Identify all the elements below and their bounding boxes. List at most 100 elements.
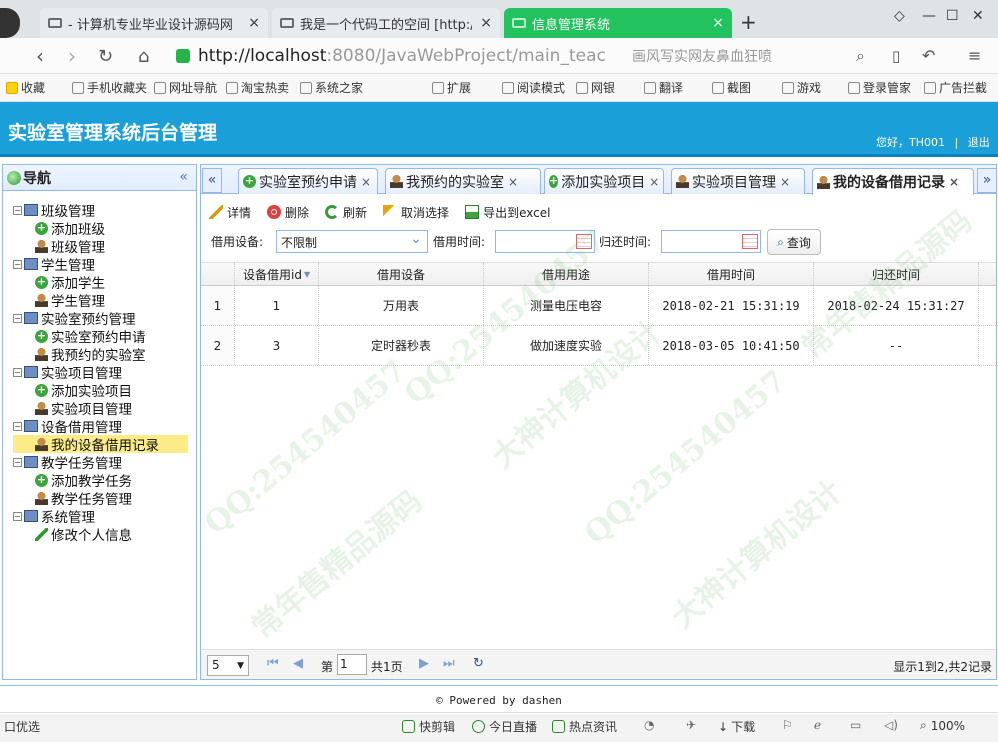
first-page-icon[interactable]: ⏮ <box>267 656 279 671</box>
close-icon[interactable]: × <box>649 175 659 189</box>
close-icon[interactable]: × <box>248 15 260 31</box>
nav-item[interactable]: + 添加教学任务 <box>13 471 193 490</box>
column-header[interactable]: 借用设备 <box>319 263 484 285</box>
prev-page-icon[interactable]: ◀ <box>293 656 303 671</box>
nav-group[interactable]: − 系统管理 <box>13 507 193 526</box>
ie-icon[interactable]: ℯ <box>814 718 821 732</box>
nav-group[interactable]: − 教学任务管理 <box>13 453 193 472</box>
minimize-icon[interactable]: — <box>922 8 936 24</box>
tab-my-device-borrow[interactable]: 我的设备借用记录 × <box>812 168 974 195</box>
delete-button[interactable]: 删除 <box>267 202 309 222</box>
extension-item[interactable]: 翻译 <box>644 79 683 96</box>
bookmark-item[interactable]: 网址导航 <box>154 79 217 96</box>
new-tab-icon[interactable]: + <box>740 10 757 34</box>
volume-icon[interactable]: ◁) <box>884 718 898 732</box>
skin-icon[interactable]: ◇ <box>894 8 905 24</box>
browser-tab-1[interactable]: - 计算机专业毕业设计源码网 × <box>40 8 268 38</box>
close-icon[interactable]: × <box>712 15 724 31</box>
window-close-icon[interactable]: ✕ <box>972 8 984 24</box>
collapse-toggle-icon[interactable]: − <box>13 313 22 323</box>
close-icon[interactable]: × <box>361 175 371 189</box>
extension-item[interactable]: 登录管家 <box>848 79 911 96</box>
extension-item[interactable]: 截图 <box>712 79 751 96</box>
extension-item[interactable]: 网银 <box>576 79 615 96</box>
nav-item[interactable]: + 添加学生 <box>13 273 193 292</box>
collapse-toggle-icon[interactable]: − <box>13 205 22 215</box>
tab-add-experiment[interactable]: + 添加实验项目 × <box>544 168 664 194</box>
reload-icon[interactable]: ↻ <box>473 656 484 671</box>
zoom-level[interactable]: ⌕ 100% <box>920 718 965 733</box>
nav-item[interactable]: 班级管理 <box>13 237 193 256</box>
flag-icon[interactable]: ⚐ <box>782 718 793 732</box>
column-header[interactable]: 借用用途 <box>484 263 649 285</box>
browser-tab-2[interactable]: 我是一个代码工的空间 [http://2 × <box>272 8 500 38</box>
url-input[interactable]: http://localhost:8080/JavaWebProject/mai… <box>176 42 606 70</box>
maximize-icon[interactable]: ☐ <box>946 8 959 24</box>
nav-group[interactable]: − 实验室预约管理 <box>13 309 193 328</box>
undo-icon[interactable]: ↶ <box>922 46 935 65</box>
browser-tab-3[interactable]: 信息管理系统 × <box>504 8 732 38</box>
extension-item[interactable]: 阅读模式 <box>502 79 565 96</box>
tab-scroll-left-icon[interactable]: « <box>202 168 222 193</box>
refresh-button[interactable]: 刷新 <box>325 202 367 222</box>
bookmark-item[interactable]: 系统之家 <box>300 79 363 96</box>
calendar-icon[interactable] <box>576 234 592 249</box>
home-icon[interactable]: ⌂ <box>138 46 149 67</box>
status-left[interactable]: 口优选 <box>4 718 40 735</box>
status-item[interactable]: ↓ 下载 <box>718 718 755 735</box>
last-page-icon[interactable]: ⏭ <box>443 656 455 671</box>
collapse-toggle-icon[interactable]: − <box>13 511 22 521</box>
nav-group[interactable]: − 学生管理 <box>13 255 193 274</box>
nav-item[interactable]: + 添加实验项目 <box>13 381 193 400</box>
extension-item[interactable]: 广告拦截 <box>924 79 987 96</box>
device-select[interactable]: 不限制 ⌄ <box>276 230 428 253</box>
nav-item[interactable]: + 实验室预约申请 <box>13 327 193 346</box>
nav-item[interactable]: 我预约的实验室 <box>13 345 193 364</box>
nav-item[interactable]: 实验项目管理 <box>13 399 193 418</box>
nav-group[interactable]: − 实验项目管理 <box>13 363 193 382</box>
query-button[interactable]: ⌕ 查询 <box>767 229 821 255</box>
nav-item[interactable]: + 添加班级 <box>13 219 193 238</box>
nav-group[interactable]: − 班级管理 <box>13 201 193 220</box>
bookmark-item[interactable]: 淘宝热卖 <box>226 79 289 96</box>
tab-experiment-manage[interactable]: 实验项目管理 × <box>671 168 805 194</box>
detail-button[interactable]: 详情 <box>209 202 251 222</box>
extension-item[interactable]: 扩展 <box>432 79 471 96</box>
table-row[interactable]: 1 1 万用表 测量电压电容 2018-02-21 15:31:19 2018-… <box>201 286 996 326</box>
status-item[interactable]: 热点资讯 <box>552 718 617 735</box>
window-icon[interactable]: ▭ <box>850 718 861 732</box>
nav-item[interactable]: 学生管理 <box>13 291 193 310</box>
tab-lab-booking[interactable]: + 实验室预约申请 × <box>238 168 378 194</box>
page-number-input[interactable]: 1 <box>337 654 367 675</box>
nav-item[interactable]: 教学任务管理 <box>13 489 193 508</box>
collapse-toggle-icon[interactable]: − <box>13 367 22 377</box>
column-header[interactable]: 借用时间 <box>649 263 814 285</box>
close-icon[interactable]: × <box>780 175 790 189</box>
extension-item[interactable]: 游戏 <box>782 79 821 96</box>
calendar-icon[interactable] <box>742 234 758 249</box>
nav-item[interactable]: 我的设备借用记录 <box>13 435 188 454</box>
table-row[interactable]: 2 3 定时器秒表 做加速度实验 2018-03-05 10:41:50 -- <box>201 326 996 366</box>
column-header[interactable]: 设备借用id ▾ <box>235 263 319 285</box>
back-icon[interactable]: ‹ <box>36 44 44 68</box>
export-excel-button[interactable]: 导出到excel <box>465 202 550 222</box>
close-icon[interactable]: × <box>480 15 492 31</box>
collapse-toggle-icon[interactable]: − <box>13 421 22 431</box>
collapse-toggle-icon[interactable]: − <box>13 457 22 467</box>
cancel-select-button[interactable]: 取消选择 <box>383 202 449 222</box>
close-icon[interactable]: × <box>949 175 959 189</box>
status-item[interactable]: 今日直播 <box>472 718 537 735</box>
search-input[interactable]: 画风写实网友鼻血狂喷 <box>632 42 876 70</box>
nav-group[interactable]: − 设备借用管理 <box>13 417 193 436</box>
next-page-icon[interactable]: ▶ <box>419 656 429 671</box>
status-item[interactable]: 快剪辑 <box>402 718 455 735</box>
collapse-icon[interactable]: « <box>179 169 188 185</box>
borrow-time-input[interactable] <box>495 230 595 253</box>
forward-icon[interactable]: › <box>68 44 76 68</box>
bookmark-item[interactable]: 手机收藏夹 <box>72 79 147 96</box>
return-time-input[interactable] <box>661 230 761 253</box>
page-size-select[interactable]: 5 ▼ <box>207 655 249 676</box>
phone-icon[interactable]: ▯ <box>892 47 900 65</box>
collapse-toggle-icon[interactable]: − <box>13 259 22 269</box>
column-header[interactable]: 归还时间 <box>814 263 979 285</box>
